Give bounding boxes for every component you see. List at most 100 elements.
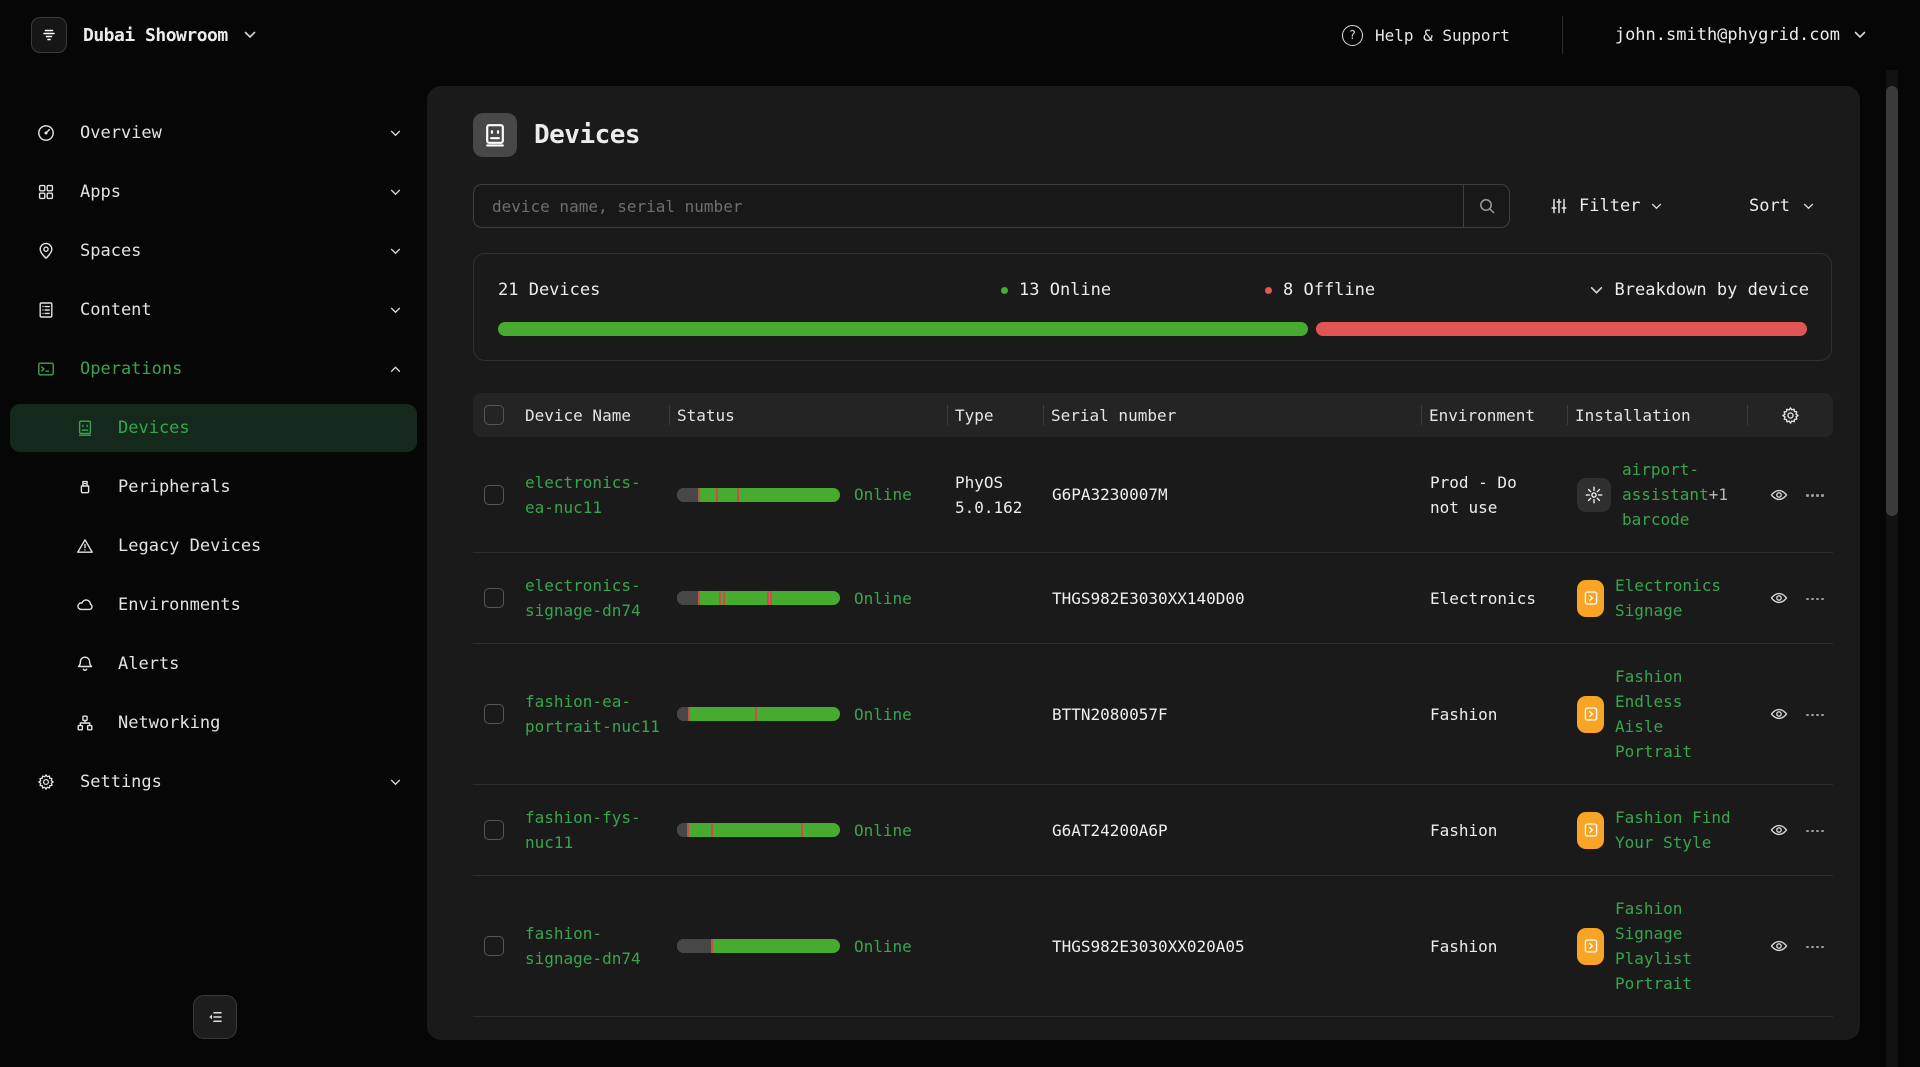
network-hierarchy-icon bbox=[76, 714, 94, 732]
breakdown-toggle[interactable]: Breakdown by device bbox=[1590, 280, 1809, 300]
sidebar-item-networking[interactable]: Networking bbox=[10, 699, 417, 747]
serial-number: BTTN2080057F bbox=[1043, 644, 1421, 784]
sidebar-item-peripherals[interactable]: Peripherals bbox=[10, 463, 417, 511]
org-logo-icon bbox=[31, 17, 67, 53]
devices-table: Device Name Status Type Serial number En… bbox=[473, 393, 1833, 1017]
device-name-link[interactable]: fashion-fys-nuc11 bbox=[525, 805, 661, 855]
collapse-sidebar-button[interactable] bbox=[193, 995, 237, 1039]
environment-label: Prod - Do not use bbox=[1421, 450, 1567, 540]
column-header-installation[interactable]: Installation bbox=[1567, 393, 1747, 437]
row-menu-button[interactable] bbox=[1806, 714, 1824, 717]
row-menu-button[interactable] bbox=[1806, 946, 1824, 949]
endless-aisle-app-icon bbox=[1577, 696, 1604, 733]
column-header-type[interactable]: Type bbox=[947, 393, 1043, 437]
view-device-button[interactable] bbox=[1769, 937, 1789, 955]
table-row[interactable]: fashion-ea-portrait-nuc11 Online BTTN208… bbox=[473, 644, 1833, 785]
sidebar-item-overview[interactable]: Overview bbox=[10, 109, 417, 157]
column-header-environment[interactable]: Environment bbox=[1421, 393, 1567, 437]
gear-icon bbox=[1781, 406, 1800, 425]
row-checkbox[interactable] bbox=[484, 704, 504, 724]
row-menu-button[interactable] bbox=[1806, 598, 1824, 601]
status-sparkline bbox=[677, 488, 840, 502]
device-type bbox=[947, 578, 1043, 618]
sidebar-item-apps[interactable]: Apps bbox=[10, 168, 417, 216]
account-menu[interactable]: john.smith@phygrid.com bbox=[1615, 25, 1866, 45]
sidebar-item-content[interactable]: Content bbox=[10, 286, 417, 334]
view-device-button[interactable] bbox=[1769, 821, 1789, 839]
search-icon bbox=[1478, 197, 1496, 215]
table-row[interactable]: fashion-fys-nuc11 Online G6AT24200A6P Fa… bbox=[473, 785, 1833, 876]
help-label: Help & Support bbox=[1375, 26, 1510, 45]
device-type bbox=[947, 694, 1043, 734]
sidebar-item-devices[interactable]: Devices bbox=[10, 404, 417, 452]
column-header-device-name[interactable]: Device Name bbox=[517, 393, 669, 437]
installation-link[interactable]: Fashion Find Your Style bbox=[1615, 808, 1731, 852]
scrollbar-thumb[interactable] bbox=[1886, 86, 1898, 516]
environment-label: Electronics bbox=[1421, 566, 1567, 631]
view-device-button[interactable] bbox=[1769, 486, 1789, 504]
table-settings-button[interactable] bbox=[1747, 393, 1833, 437]
installation-name: Fashion Find Your Style bbox=[1615, 805, 1735, 855]
sidebar-item-environments[interactable]: Environments bbox=[10, 581, 417, 629]
status-sparkline bbox=[677, 707, 840, 721]
sort-button[interactable]: Sort bbox=[1749, 196, 1814, 216]
status-sparkline bbox=[677, 591, 840, 605]
content-list-icon bbox=[37, 301, 55, 319]
sidebar-item-settings[interactable]: Settings bbox=[10, 758, 417, 806]
org-switcher[interactable]: Dubai Showroom bbox=[31, 17, 256, 53]
sidebar-item-alerts[interactable]: Alerts bbox=[10, 640, 417, 688]
row-checkbox[interactable] bbox=[484, 820, 504, 840]
view-device-button[interactable] bbox=[1769, 589, 1789, 607]
serial-number: THGS982E3030XX140D00 bbox=[1043, 553, 1421, 643]
search-button[interactable] bbox=[1463, 185, 1509, 227]
filter-button[interactable]: Filter bbox=[1550, 196, 1662, 216]
serial-number: G6PA3230007M bbox=[1043, 437, 1421, 552]
help-support-button[interactable]: ? Help & Support bbox=[1342, 25, 1510, 46]
installation-name: airport-assistant+1 barcode bbox=[1622, 457, 1742, 532]
online-legend: 13 Online bbox=[1001, 280, 1111, 300]
table-row[interactable]: electronics-signage-dn74 Online THGS982E… bbox=[473, 553, 1833, 644]
devices-robot-icon bbox=[473, 113, 517, 157]
sidebar-item-operations[interactable]: Operations bbox=[10, 345, 417, 393]
row-menu-button[interactable] bbox=[1806, 494, 1824, 497]
offline-legend: 8 Offline bbox=[1265, 280, 1375, 300]
installation-link[interactable]: airport-assistant bbox=[1622, 460, 1709, 504]
org-name: Dubai Showroom bbox=[83, 25, 228, 46]
installation-link[interactable]: barcode bbox=[1622, 510, 1689, 529]
device-name-link[interactable]: electronics-signage-dn74 bbox=[525, 573, 661, 623]
warning-triangle-icon bbox=[76, 537, 94, 555]
column-header-status[interactable]: Status bbox=[669, 393, 947, 437]
installation-link[interactable]: Fashion Signage Playlist Portrait bbox=[1615, 899, 1692, 993]
table-row[interactable]: electronics-ea-nuc11 Online PhyOS 5.0.16… bbox=[473, 437, 1833, 553]
column-header-serial[interactable]: Serial number bbox=[1043, 393, 1421, 437]
table-row[interactable]: fashion-signage-dn74 Online THGS982E3030… bbox=[473, 876, 1833, 1017]
apps-grid-icon bbox=[37, 183, 55, 201]
row-checkbox[interactable] bbox=[484, 485, 504, 505]
installation-link[interactable]: Electronics Signage bbox=[1615, 576, 1721, 620]
installation-link[interactable]: Fashion Endless Aisle Portrait bbox=[1615, 667, 1692, 761]
map-pin-icon bbox=[37, 242, 55, 260]
online-dot-icon bbox=[1001, 287, 1008, 294]
page-title: Devices bbox=[534, 120, 640, 150]
view-device-button[interactable] bbox=[1769, 705, 1789, 723]
row-checkbox[interactable] bbox=[484, 588, 504, 608]
device-name-link[interactable]: fashion-signage-dn74 bbox=[525, 921, 661, 971]
serial-number: G6AT24200A6P bbox=[1043, 785, 1421, 875]
sidebar-item-legacy-devices[interactable]: Legacy Devices bbox=[10, 522, 417, 570]
page-header: Devices bbox=[473, 113, 1832, 157]
search-input[interactable] bbox=[474, 185, 1463, 227]
device-type bbox=[947, 810, 1043, 850]
installation-extra-badge: +1 bbox=[1709, 485, 1728, 504]
installation-name: Fashion Signage Playlist Portrait bbox=[1615, 896, 1735, 996]
environment-label: Fashion bbox=[1421, 682, 1567, 747]
row-checkbox[interactable] bbox=[484, 936, 504, 956]
row-menu-button[interactable] bbox=[1806, 830, 1824, 833]
sidebar-item-spaces[interactable]: Spaces bbox=[10, 227, 417, 275]
gauge-icon bbox=[37, 124, 55, 142]
topbar-divider bbox=[1562, 16, 1563, 54]
device-name-link[interactable]: electronics-ea-nuc11 bbox=[525, 470, 661, 520]
status-label: Online bbox=[854, 482, 912, 507]
chevron-down-icon bbox=[1854, 31, 1866, 39]
device-name-link[interactable]: fashion-ea-portrait-nuc11 bbox=[525, 689, 661, 739]
select-all-checkbox[interactable] bbox=[484, 405, 504, 425]
